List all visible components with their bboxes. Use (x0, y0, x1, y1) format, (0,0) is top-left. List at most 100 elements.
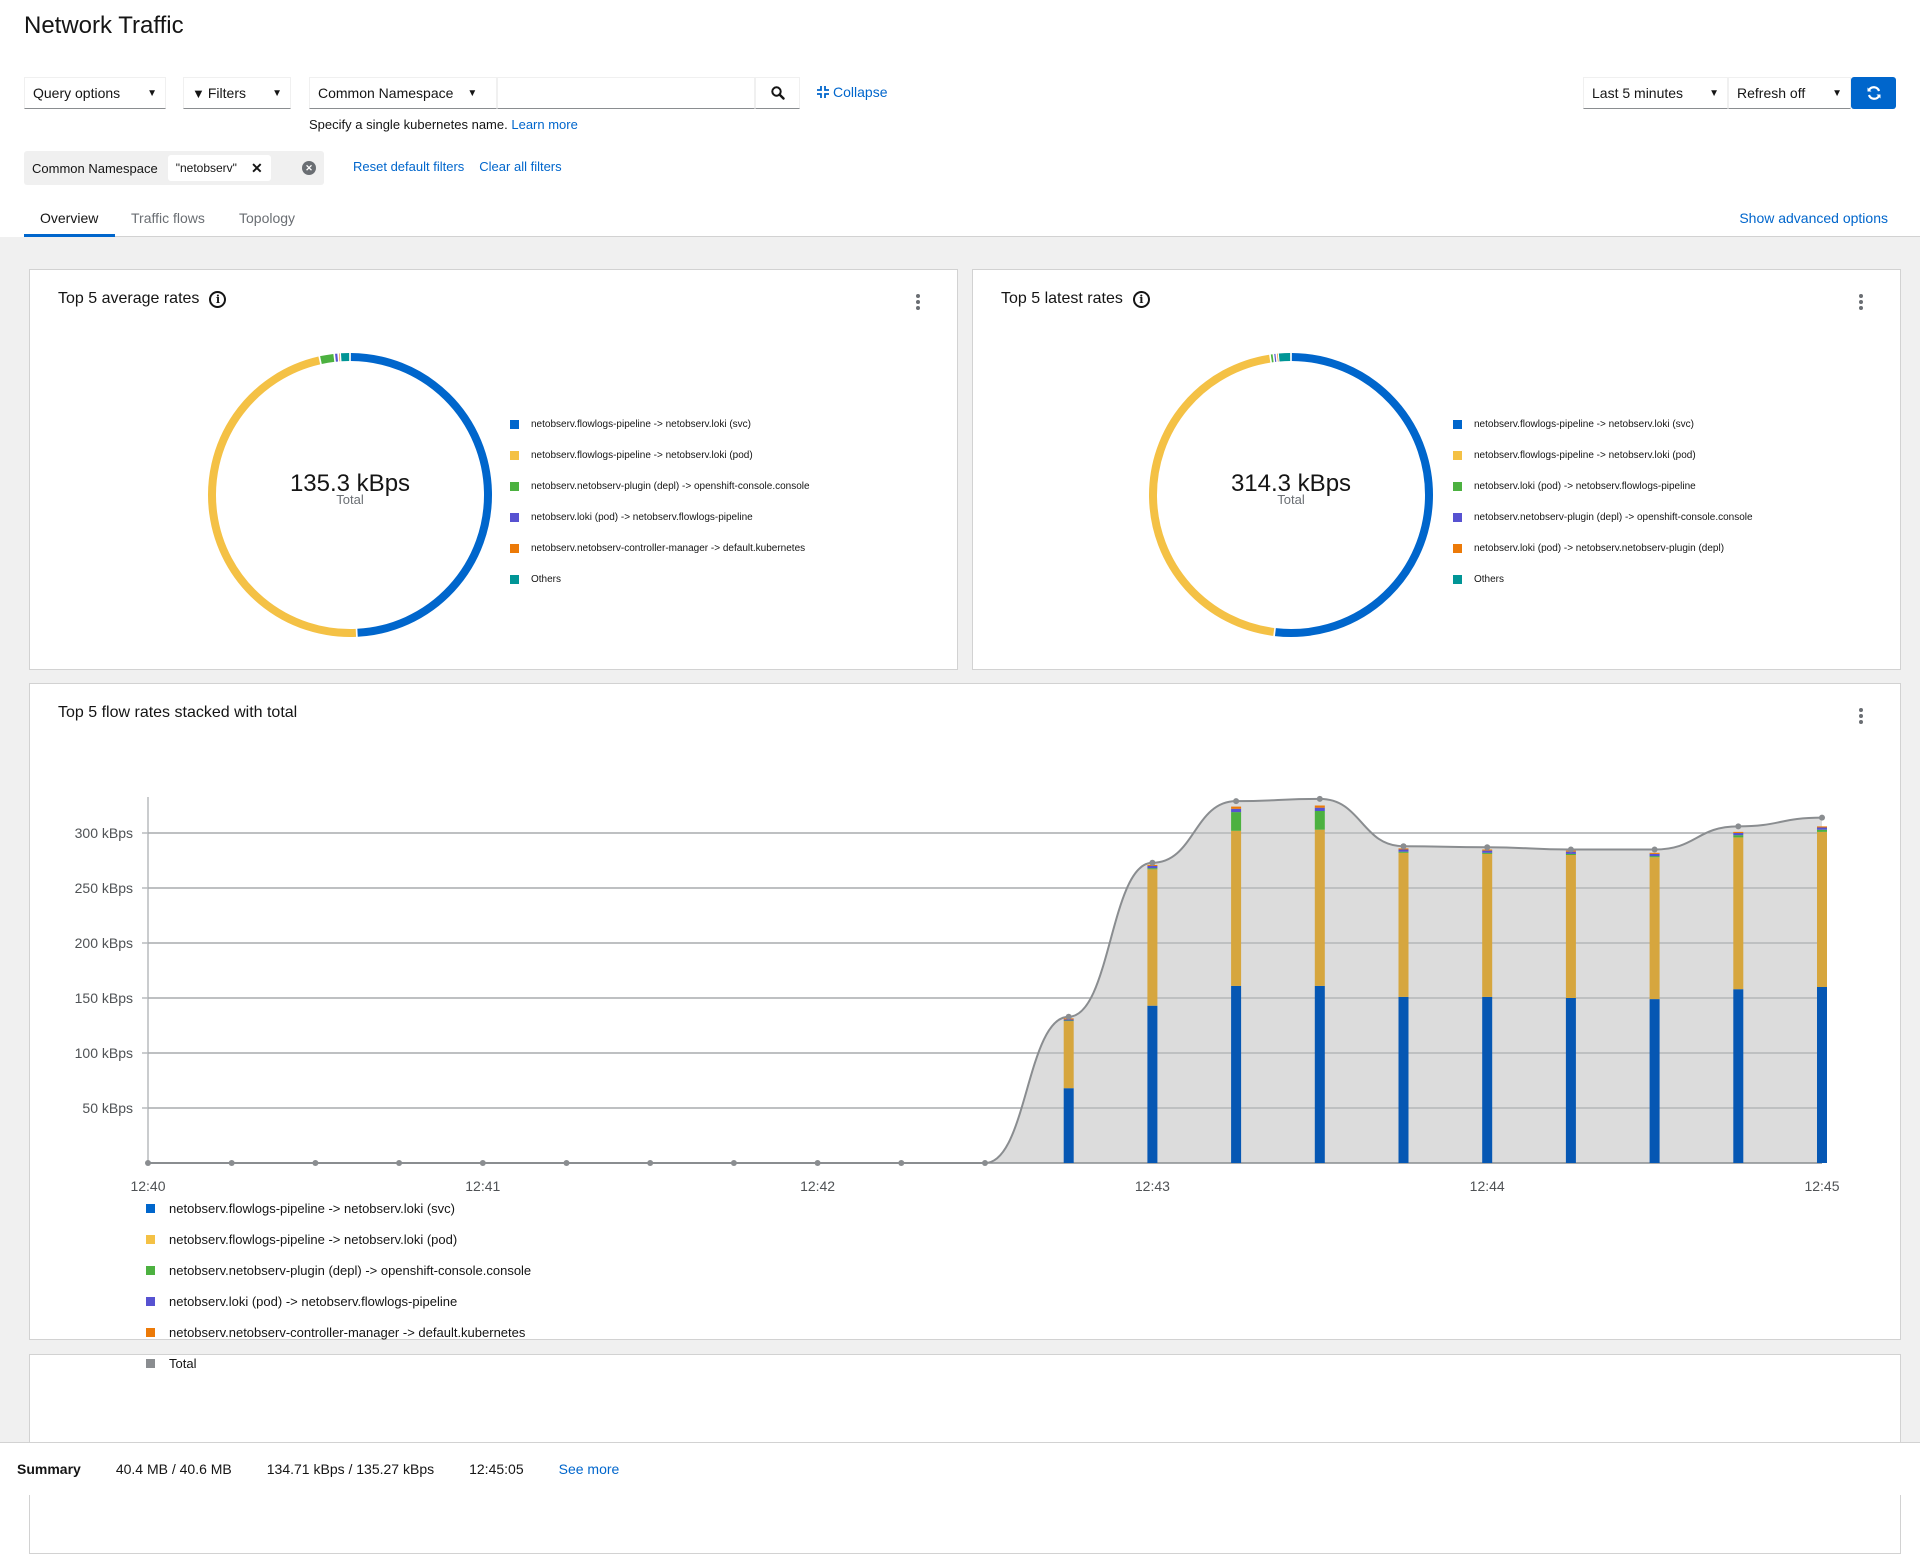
legend-swatch (510, 420, 519, 429)
legend-label: netobserv.flowlogs-pipeline -> netobserv… (169, 1232, 457, 1247)
legend-swatch (146, 1328, 155, 1337)
donut-slice[interactable] (1279, 357, 1290, 358)
legend-item[interactable]: netobserv.flowlogs-pipeline -> netobserv… (146, 1224, 531, 1255)
filter-field-label: Common Namespace (318, 85, 453, 101)
legend-item[interactable]: netobserv.flowlogs-pipeline -> netobserv… (1453, 440, 1753, 471)
legend-swatch (1453, 575, 1462, 584)
donut-legend: netobserv.flowlogs-pipeline -> netobserv… (510, 409, 810, 595)
active-filter-group: Common Namespace "netobserv" ✕ ✕ (24, 151, 324, 185)
legend-item[interactable]: netobserv.netobserv-plugin (depl) -> ope… (1453, 502, 1753, 533)
legend-swatch (1453, 420, 1462, 429)
legend-label: netobserv.flowlogs-pipeline -> netobserv… (1474, 419, 1694, 430)
legend-label: netobserv.flowlogs-pipeline -> netobserv… (531, 419, 751, 430)
time-range-value: Last 5 minutes (1592, 85, 1683, 101)
info-icon[interactable]: i (209, 291, 226, 308)
legend-item[interactable]: netobserv.flowlogs-pipeline -> netobserv… (510, 409, 810, 440)
card-title-text: Top 5 latest rates (1001, 290, 1123, 308)
filter-value-input[interactable] (497, 77, 755, 109)
filter-icon: ▼ (192, 86, 205, 101)
legend-item[interactable]: netobserv.flowlogs-pipeline -> netobserv… (1453, 409, 1753, 440)
legend-swatch (146, 1235, 155, 1244)
legend-swatch (510, 544, 519, 553)
legend-item[interactable]: netobserv.flowlogs-pipeline -> netobserv… (510, 440, 810, 471)
query-options-label: Query options (33, 85, 120, 101)
search-icon (771, 86, 785, 100)
summary-footer: Summary 40.4 MB / 40.6 MB 134.71 kBps / … (0, 1442, 1920, 1495)
legend-label: Total (169, 1356, 196, 1371)
legend-label: netobserv.loki (pod) -> netobserv.netobs… (1474, 543, 1724, 554)
summary-bytes: 40.4 MB / 40.6 MB (116, 1461, 232, 1477)
legend-item[interactable]: Total (146, 1348, 531, 1379)
legend-swatch (510, 482, 519, 491)
top-average-rates-card: Top 5 average rates i 135.3 kBps Total n… (29, 269, 958, 670)
tab-overview[interactable]: Overview (40, 210, 98, 226)
legend-label: netobserv.loki (pod) -> netobserv.flowlo… (1474, 481, 1696, 492)
remove-chip-icon[interactable]: ✕ (251, 160, 263, 177)
legend-swatch (510, 451, 519, 460)
legend-item[interactable]: netobserv.loki (pod) -> netobserv.flowlo… (146, 1286, 531, 1317)
legend-label: netobserv.netobserv-controller-manager -… (169, 1325, 525, 1340)
kebab-menu-icon[interactable] (1859, 708, 1865, 724)
legend-item[interactable]: Others (510, 564, 810, 595)
learn-more-link[interactable]: Learn more (511, 117, 577, 132)
collapse-label: Collapse (833, 84, 887, 100)
legend-label: netobserv.netobserv-plugin (depl) -> ope… (1474, 512, 1753, 523)
remove-group-icon[interactable]: ✕ (302, 161, 316, 175)
legend-item[interactable]: netobserv.netobserv-plugin (depl) -> ope… (146, 1255, 531, 1286)
legend-item[interactable]: netobserv.flowlogs-pipeline -> netobserv… (146, 1193, 531, 1224)
card-title-text: Top 5 average rates (58, 290, 199, 308)
legend-label: netobserv.flowlogs-pipeline -> netobserv… (1474, 450, 1696, 461)
reset-default-filters-link[interactable]: Reset default filters (353, 159, 464, 174)
tab-traffic-flows[interactable]: Traffic flows (131, 210, 205, 226)
donut-center: 314.3 kBps Total (1191, 470, 1391, 507)
legend-label: netobserv.netobserv-controller-manager -… (531, 543, 805, 554)
view-tabs: Overview Traffic flows Topology (24, 200, 1920, 237)
legend-item[interactable]: netobserv.loki (pod) -> netobserv.flowlo… (1453, 471, 1753, 502)
see-more-link[interactable]: See more (559, 1461, 620, 1477)
legend-item[interactable]: netobserv.loki (pod) -> netobserv.flowlo… (510, 502, 810, 533)
show-advanced-options-link[interactable]: Show advanced options (1739, 210, 1888, 226)
info-icon[interactable]: i (1133, 291, 1150, 308)
legend-swatch (146, 1297, 155, 1306)
legend-label: netobserv.loki (pod) -> netobserv.flowlo… (531, 512, 753, 523)
legend-item[interactable]: netobserv.netobserv-plugin (depl) -> ope… (510, 471, 810, 502)
compress-icon (817, 86, 829, 98)
legend-swatch (146, 1266, 155, 1275)
stacked-chart-legend: netobserv.flowlogs-pipeline -> netobserv… (146, 1193, 531, 1379)
donut-total-label: Total (1191, 492, 1391, 507)
legend-item[interactable]: netobserv.netobserv-controller-manager -… (510, 533, 810, 564)
kebab-menu-icon[interactable] (1859, 294, 1865, 310)
refresh-button[interactable] (1851, 77, 1896, 109)
search-button[interactable] (755, 77, 800, 109)
filter-chip: "netobserv" ✕ (168, 155, 271, 181)
helper-text: Specify a single kubernetes name. Learn … (309, 117, 578, 132)
legend-swatch (1453, 451, 1462, 460)
filter-field-dropdown[interactable]: Common Namespace ▼ (309, 77, 497, 109)
legend-item[interactable]: Others (1453, 564, 1753, 595)
legend-item[interactable]: netobserv.netobserv-controller-manager -… (146, 1317, 531, 1348)
donut-slice[interactable] (321, 358, 334, 360)
caret-down-icon: ▼ (1709, 88, 1719, 99)
refresh-interval-dropdown[interactable]: Refresh off ▼ (1728, 77, 1851, 109)
query-options-dropdown[interactable]: Query options ▼ (24, 77, 166, 109)
refresh-interval-value: Refresh off (1737, 85, 1805, 101)
filter-group-label: Common Namespace (32, 161, 158, 176)
kebab-menu-icon[interactable] (916, 294, 922, 310)
caret-down-icon: ▼ (467, 88, 477, 99)
legend-item[interactable]: netobserv.loki (pod) -> netobserv.netobs… (1453, 533, 1753, 564)
tab-topology[interactable]: Topology (239, 210, 295, 226)
legend-label: netobserv.netobserv-plugin (depl) -> ope… (531, 481, 810, 492)
filter-chip-value: "netobserv" (176, 161, 237, 175)
legend-swatch (1453, 544, 1462, 553)
legend-label: netobserv.flowlogs-pipeline -> netobserv… (169, 1201, 455, 1216)
filters-dropdown[interactable]: ▼ Filters ▼ (183, 77, 291, 109)
filters-label: Filters (208, 85, 246, 101)
legend-swatch (510, 575, 519, 584)
legend-swatch (510, 513, 519, 522)
collapse-button[interactable]: Collapse (817, 84, 887, 100)
legend-swatch (1453, 482, 1462, 491)
legend-label: netobserv.loki (pod) -> netobserv.flowlo… (169, 1294, 457, 1309)
time-range-dropdown[interactable]: Last 5 minutes ▼ (1583, 77, 1728, 109)
caret-down-icon: ▼ (272, 88, 282, 99)
clear-all-filters-link[interactable]: Clear all filters (479, 159, 561, 174)
